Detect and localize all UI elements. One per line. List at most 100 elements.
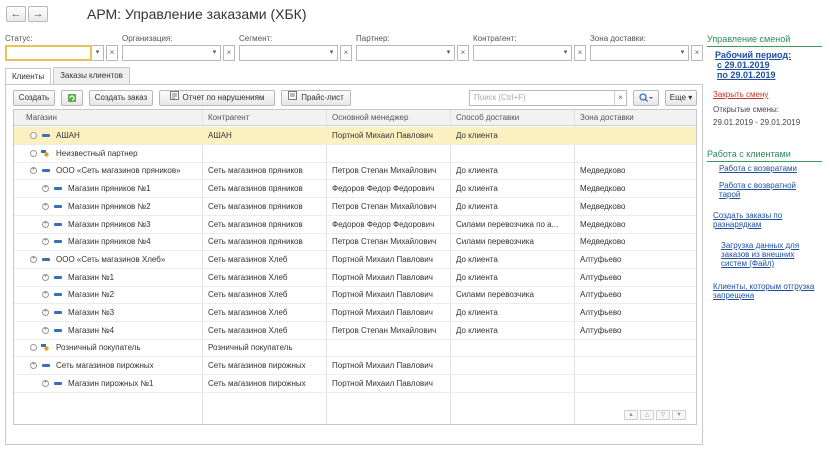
table-row[interactable]: АШАН АШАН Портной Михаил Павлович До клиент…	[14, 127, 696, 145]
tab-client-orders[interactable]: Заказы клиентов	[53, 67, 130, 84]
chevron-down-icon[interactable]: ▾	[326, 45, 338, 61]
search-options-button[interactable]	[633, 90, 659, 106]
expand-icon[interactable]: +	[30, 255, 37, 263]
expand-icon[interactable]: +	[42, 273, 49, 281]
create-button[interactable]: Создать	[13, 90, 55, 106]
cell-counterparty: Сеть магазинов пирожных	[208, 378, 306, 388]
prev-page-icon[interactable]: △	[640, 410, 654, 420]
clear-icon[interactable]: ×	[106, 45, 118, 61]
table-row[interactable]: + Сеть магазинов пирожных Сеть магазинов п…	[14, 357, 696, 376]
table-row[interactable]: + Магазин №2 Сеть магазинов Хлеб Портной Ми…	[14, 286, 696, 305]
link-line: разнарядкам	[713, 220, 762, 229]
cell-counterparty: Сеть магазинов Хлеб	[208, 272, 288, 282]
cell-counterparty: Сеть магазинов пряников	[208, 201, 303, 211]
clear-icon[interactable]: ×	[457, 45, 469, 61]
load-data-link[interactable]: Загрузка данных для заказов из внешних с…	[721, 241, 799, 268]
cell-zone: Медведково	[580, 219, 626, 229]
cell-manager: Портной Михаил Павлович	[332, 378, 433, 388]
chevron-down-icon[interactable]: ▾	[92, 45, 104, 61]
expand-icon[interactable]: +	[42, 202, 49, 210]
expand-icon[interactable]: +	[30, 362, 37, 370]
table-row[interactable]: + ООО «Сеть магазинов пряников» Сеть магаз…	[14, 162, 696, 181]
cell-delivery: До клиента	[456, 308, 498, 317]
first-page-icon[interactable]: ▲	[624, 410, 638, 420]
table-row[interactable]: Розничный покупатель Розничный покупатель	[14, 339, 696, 358]
table-row[interactable]: + Магазин №3 Сеть магазинов Хлеб Портной Ми…	[14, 304, 696, 322]
table-row[interactable]: + Магазин пряников №1 Сеть магазинов пряни…	[14, 180, 696, 199]
client-icon	[54, 381, 62, 385]
table-row[interactable]: + Магазин пряников №4 Сеть магазинов пряни…	[14, 233, 696, 252]
table-row[interactable]: + Магазин пирожных №1 Сеть магазинов пирож…	[14, 375, 696, 393]
expand-icon[interactable]: +	[42, 238, 49, 246]
cell-zone: Медведково	[580, 166, 626, 176]
partner-input[interactable]	[356, 45, 443, 61]
work-period-link[interactable]: Рабочий период: с 29.01.2019 по 29.01.20…	[715, 50, 791, 80]
organization-input[interactable]	[122, 45, 209, 61]
column-header-shop[interactable]: Магазин	[26, 113, 57, 122]
last-page-icon[interactable]: ▼	[672, 410, 686, 420]
table-row[interactable]: + ООО «Сеть магазинов Хлеб» Сеть магазинов…	[14, 251, 696, 269]
expand-icon[interactable]: +	[42, 185, 49, 193]
create-orders-link[interactable]: Создать заказы по разнарядкам	[713, 211, 782, 229]
cell-manager: Портной Михаил Павлович	[332, 131, 433, 140]
cell-delivery: До клиента	[456, 201, 498, 211]
report-icon	[288, 91, 298, 105]
column-header-manager[interactable]: Основной менеджер	[332, 113, 408, 122]
table-row[interactable]: + Магазин пряников №3 Сеть магазинов пряни…	[14, 216, 696, 234]
forward-button[interactable]: →	[28, 6, 48, 22]
clear-icon[interactable]: ×	[691, 45, 703, 61]
returns-tare-link[interactable]: Работа с возвратной тарой	[719, 181, 796, 199]
counterparty-input[interactable]	[473, 45, 560, 61]
expand-icon[interactable]: +	[42, 220, 49, 228]
create-order-button[interactable]: Создать заказ	[89, 90, 153, 106]
cell-shop: Магазин пряников №2	[68, 201, 151, 211]
chevron-down-icon[interactable]: ▾	[560, 45, 572, 61]
client-icon	[42, 169, 50, 173]
client-icon	[54, 311, 62, 314]
cell-counterparty: Сеть магазинов пряников	[208, 166, 303, 176]
expand-icon[interactable]: +	[42, 326, 49, 334]
segment-input[interactable]	[239, 45, 326, 61]
table-header: Магазин Контрагент Основной менеджер Спо…	[14, 110, 696, 126]
violations-report-button[interactable]: Отчет по нарушениям	[159, 90, 275, 106]
column-header-counterparty[interactable]: Контрагент	[208, 113, 249, 122]
column-header-delivery[interactable]: Способ доставки	[456, 113, 519, 122]
refresh-button[interactable]	[61, 90, 83, 106]
expand-icon[interactable]: +	[30, 167, 37, 175]
expand-icon[interactable]: +	[42, 291, 49, 299]
blocked-clients-link[interactable]: Клиенты, которым отгрузка запрещена	[713, 282, 814, 300]
client-icon	[54, 328, 62, 332]
cell-shop: Магазин №4	[68, 325, 115, 335]
arrow-right-icon: →	[32, 8, 44, 20]
more-button[interactable]: Еще ▾	[665, 90, 697, 106]
next-page-icon[interactable]: ▽	[656, 410, 670, 420]
cell-counterparty: АШАН	[208, 131, 232, 140]
table-row[interactable]: + Магазин пряников №2 Сеть магазинов пряни…	[14, 198, 696, 216]
chevron-down-icon[interactable]: ▾	[677, 45, 689, 61]
clear-icon[interactable]: ×	[614, 91, 626, 105]
status-input[interactable]	[5, 45, 92, 61]
returns-link[interactable]: Работа с возвратами	[719, 164, 797, 173]
delivery-zone-input[interactable]	[590, 45, 677, 61]
table-row[interactable]: + Магазин №4 Сеть магазинов Хлеб Петров Сте…	[14, 322, 696, 340]
column-header-zone[interactable]: Зона доставки	[580, 113, 634, 122]
price-list-button[interactable]: Прайс-лист	[281, 90, 351, 106]
clear-icon[interactable]: ×	[223, 45, 235, 61]
table-row[interactable]: + Магазин №1 Сеть магазинов Хлеб Портной Ми…	[14, 269, 696, 287]
arrow-left-icon: ←	[10, 8, 22, 20]
expand-icon[interactable]: +	[42, 309, 49, 316]
clear-icon[interactable]: ×	[340, 45, 352, 61]
table-row[interactable]: Неизвестный партнер	[14, 145, 696, 163]
open-shifts-value: 29.01.2019 - 29.01.2019	[713, 118, 801, 127]
expand-icon[interactable]: +	[42, 379, 49, 387]
search-input[interactable]: Поиск (Ctrl+F) ×	[469, 90, 627, 106]
back-button[interactable]: ←	[6, 6, 26, 22]
clear-icon[interactable]: ×	[574, 45, 586, 61]
link-line: Клиенты, которым отгрузка	[713, 282, 815, 291]
link-line: Работа с возвратами	[719, 164, 797, 173]
tab-clients[interactable]: Клиенты	[5, 68, 52, 85]
chevron-down-icon[interactable]: ▾	[209, 45, 221, 61]
close-shift-link[interactable]: Закрыть смену	[713, 90, 768, 99]
chevron-down-icon[interactable]: ▾	[443, 45, 455, 61]
cell-zone: Алтуфьево	[580, 290, 622, 300]
